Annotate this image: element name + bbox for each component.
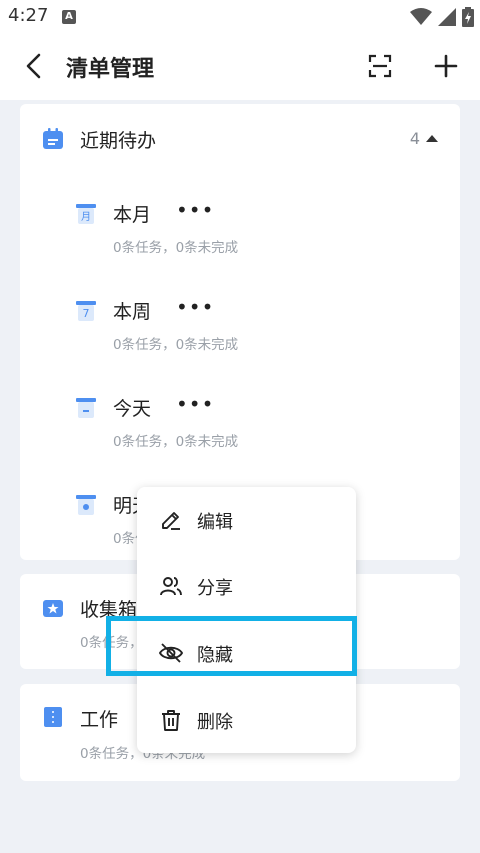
status-time: 4:27 bbox=[8, 5, 49, 26]
scan-icon bbox=[368, 54, 392, 78]
page-title: 清单管理 bbox=[66, 57, 155, 82]
list-item-label: 本月 bbox=[113, 204, 152, 226]
list-item-month[interactable]: 月 本月 ••• 0条任务，0条未完成 bbox=[20, 188, 460, 278]
calendar-tomorrow-icon bbox=[76, 495, 96, 515]
list-item-today[interactable]: 今天 ••• 0条任务，0条未完成 bbox=[20, 382, 460, 472]
recent-group-header[interactable]: 近期待办 4 bbox=[20, 104, 460, 172]
list-item-desc: 0条任务，0条未完成 bbox=[113, 337, 239, 353]
people-icon bbox=[160, 577, 182, 596]
menu-item-label: 编辑 bbox=[197, 512, 233, 533]
calendar-icon bbox=[43, 128, 63, 149]
menu-item-label: 删除 bbox=[197, 712, 233, 733]
more-icon[interactable]: ••• bbox=[176, 295, 214, 319]
highlight-box bbox=[106, 616, 357, 676]
recent-group-title: 近期待办 bbox=[80, 130, 157, 152]
inbox-icon bbox=[43, 600, 63, 617]
notebook-icon bbox=[44, 707, 62, 727]
svg-text:月: 月 bbox=[81, 211, 91, 223]
list-item-label: 本周 bbox=[113, 301, 152, 323]
menu-item-label: 分享 bbox=[197, 578, 233, 599]
pencil-icon bbox=[162, 512, 180, 530]
wifi-icon bbox=[410, 8, 432, 25]
calendar-month-icon: 月 bbox=[76, 204, 96, 224]
status-icons bbox=[410, 6, 474, 28]
plus-icon bbox=[434, 54, 458, 78]
scan-button[interactable] bbox=[362, 48, 398, 84]
back-button[interactable] bbox=[16, 48, 52, 84]
notification-badge-icon: A bbox=[62, 10, 76, 24]
menu-item-delete[interactable]: 删除 bbox=[137, 687, 356, 753]
list-item-label: 今天 bbox=[113, 398, 152, 420]
trash-icon bbox=[162, 710, 180, 731]
more-icon[interactable]: ••• bbox=[176, 198, 214, 222]
battery-icon bbox=[462, 7, 474, 27]
work-title: 工作 bbox=[80, 709, 119, 731]
svg-text:7: 7 bbox=[83, 307, 90, 320]
collapse-arrow-icon[interactable] bbox=[426, 135, 438, 142]
app-bar: 清单管理 bbox=[0, 34, 480, 100]
status-bar: 4:27 A bbox=[0, 0, 480, 34]
list-item-desc: 0条任务，0条未完成 bbox=[113, 434, 239, 450]
recent-group-count: 4 bbox=[409, 129, 420, 148]
more-icon[interactable]: ••• bbox=[176, 392, 214, 416]
add-button[interactable] bbox=[428, 48, 464, 84]
list-item-desc: 0条任务，0条未完成 bbox=[113, 240, 239, 256]
calendar-today-icon bbox=[76, 398, 96, 418]
menu-item-share[interactable]: 分享 bbox=[137, 553, 356, 619]
list-item-week[interactable]: 7 本周 ••• 0条任务，0条未完成 bbox=[20, 285, 460, 375]
chevron-left-icon bbox=[26, 53, 41, 79]
signal-icon bbox=[438, 8, 456, 26]
calendar-week-icon: 7 bbox=[76, 301, 96, 321]
menu-item-edit[interactable]: 编辑 bbox=[137, 487, 356, 553]
